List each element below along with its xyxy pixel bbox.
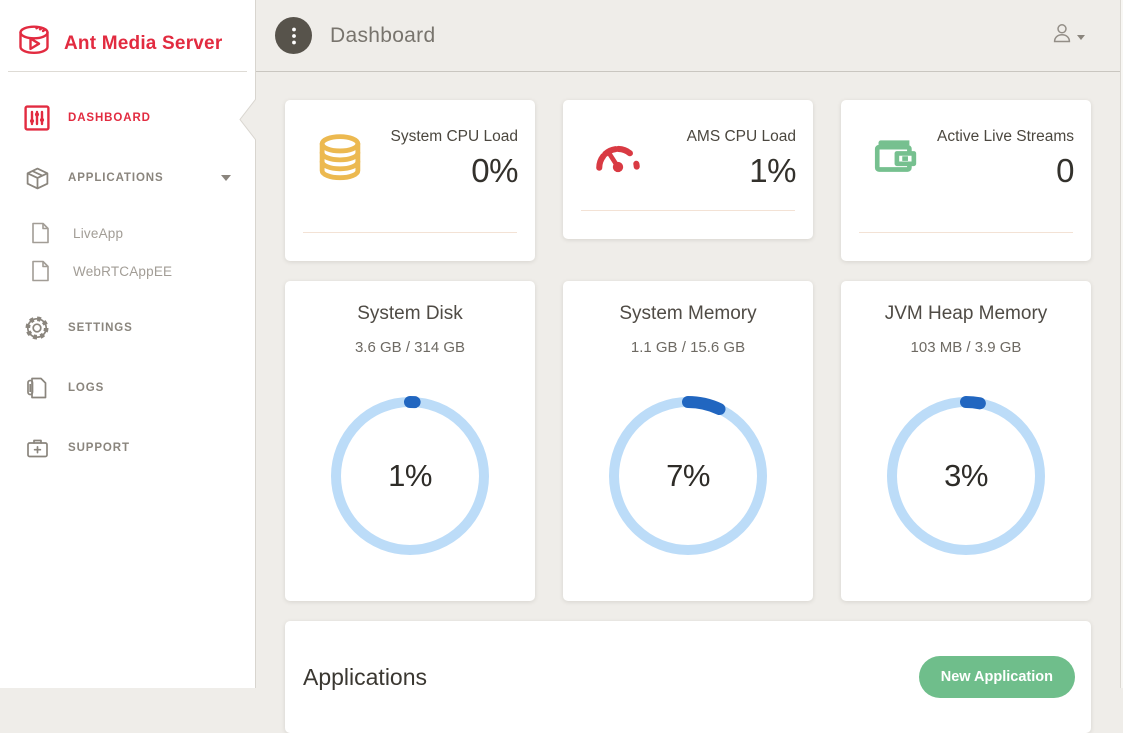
topbar: Dashboard [256,0,1123,72]
divider [859,232,1073,233]
user-icon [1051,22,1073,49]
gauge-card-jvm-heap: JVM Heap Memory 103 MB / 3.9 GB 3% [841,281,1091,601]
sidebar-nav: DASHBOARD APPLICATIONS [0,72,255,470]
stat-card-active-streams: Active Live Streams 0 [841,100,1091,261]
stat-value: 0 [923,152,1074,190]
gauge-subtitle: 103 MB / 3.9 GB [841,339,1091,356]
circular-gauge: 7% [606,394,770,558]
sidebar-item-logs[interactable]: LOGS [0,366,255,410]
stat-cards-row: System CPU Load 0% AMS CPU Load 1% [285,100,1091,261]
brand[interactable]: Ant Media Server [0,0,255,71]
menu-button[interactable] [275,17,312,54]
applications-title: Applications [303,664,427,691]
sliders-icon [24,105,50,131]
gauge-title: JVM Heap Memory [841,303,1091,325]
chevron-down-icon [1077,35,1085,40]
chevron-down-icon[interactable] [221,175,231,181]
applications-section: Applications New Application [285,621,1091,733]
sidebar: Ant Media Server DASHBOARD [0,0,256,688]
gauge-title: System Disk [285,303,535,325]
sidebar-item-settings[interactable]: SETTINGS [0,306,255,350]
gauge-subtitle: 1.1 GB / 15.6 GB [563,339,813,356]
gauge-percent: 7% [606,394,770,558]
brand-name: Ant Media Server [64,33,222,55]
new-application-button[interactable]: New Application [919,656,1075,698]
gear-icon [24,315,50,341]
stat-title: Active Live Streams [923,126,1074,148]
gauge-card-system-memory: System Memory 1.1 GB / 15.6 GB 7% [563,281,813,601]
circular-gauge: 1% [328,394,492,558]
speedometer-icon [593,132,645,239]
page-title: Dashboard [330,24,435,48]
sidebar-item-applications[interactable]: APPLICATIONS [0,156,255,200]
wallet-icon [871,132,923,261]
sidebar-item-label: LiveApp [73,226,123,241]
file-icon [27,222,53,244]
gauge-card-system-disk: System Disk 3.6 GB / 314 GB 1% [285,281,535,601]
divider [581,210,795,211]
stat-title: AMS CPU Load [645,126,796,148]
active-item-arrow [238,95,259,144]
document-pen-icon [24,376,50,400]
gauge-percent: 3% [884,394,1048,558]
sidebar-item-webrtcappee[interactable]: WebRTCAppEE [0,252,255,290]
first-aid-kit-icon [24,436,50,460]
gauge-title: System Memory [563,303,813,325]
sidebar-item-label: LOGS [68,382,104,394]
stat-value: 1% [645,152,796,190]
gauge-cards-row: System Disk 3.6 GB / 314 GB 1% System Me… [285,281,1091,601]
gauge-subtitle: 3.6 GB / 314 GB [285,339,535,356]
kebab-vertical-icon [291,26,297,46]
sidebar-item-dashboard[interactable]: DASHBOARD [0,96,255,140]
gauge-percent: 1% [328,394,492,558]
sidebar-item-label: APPLICATIONS [68,172,164,184]
stat-title: System CPU Load [367,126,518,148]
sidebar-item-label: SUPPORT [68,442,130,454]
sidebar-item-label: DASHBOARD [68,112,151,124]
divider [303,232,517,233]
ant-media-logo-icon [14,22,54,65]
stat-value: 0% [367,152,518,190]
stat-card-ams-cpu: AMS CPU Load 1% [563,100,813,239]
package-box-icon [24,166,50,191]
user-menu[interactable] [1051,22,1085,49]
main-content: System CPU Load 0% AMS CPU Load 1% [256,72,1123,688]
sidebar-item-liveapp[interactable]: LiveApp [0,214,255,252]
sidebar-item-support[interactable]: SUPPORT [0,426,255,470]
file-icon [27,260,53,282]
circular-gauge: 3% [884,394,1048,558]
sidebar-item-label: SETTINGS [68,322,133,334]
sidebar-item-label: WebRTCAppEE [73,264,172,279]
stat-card-system-cpu: System CPU Load 0% [285,100,535,261]
database-icon [315,132,367,261]
